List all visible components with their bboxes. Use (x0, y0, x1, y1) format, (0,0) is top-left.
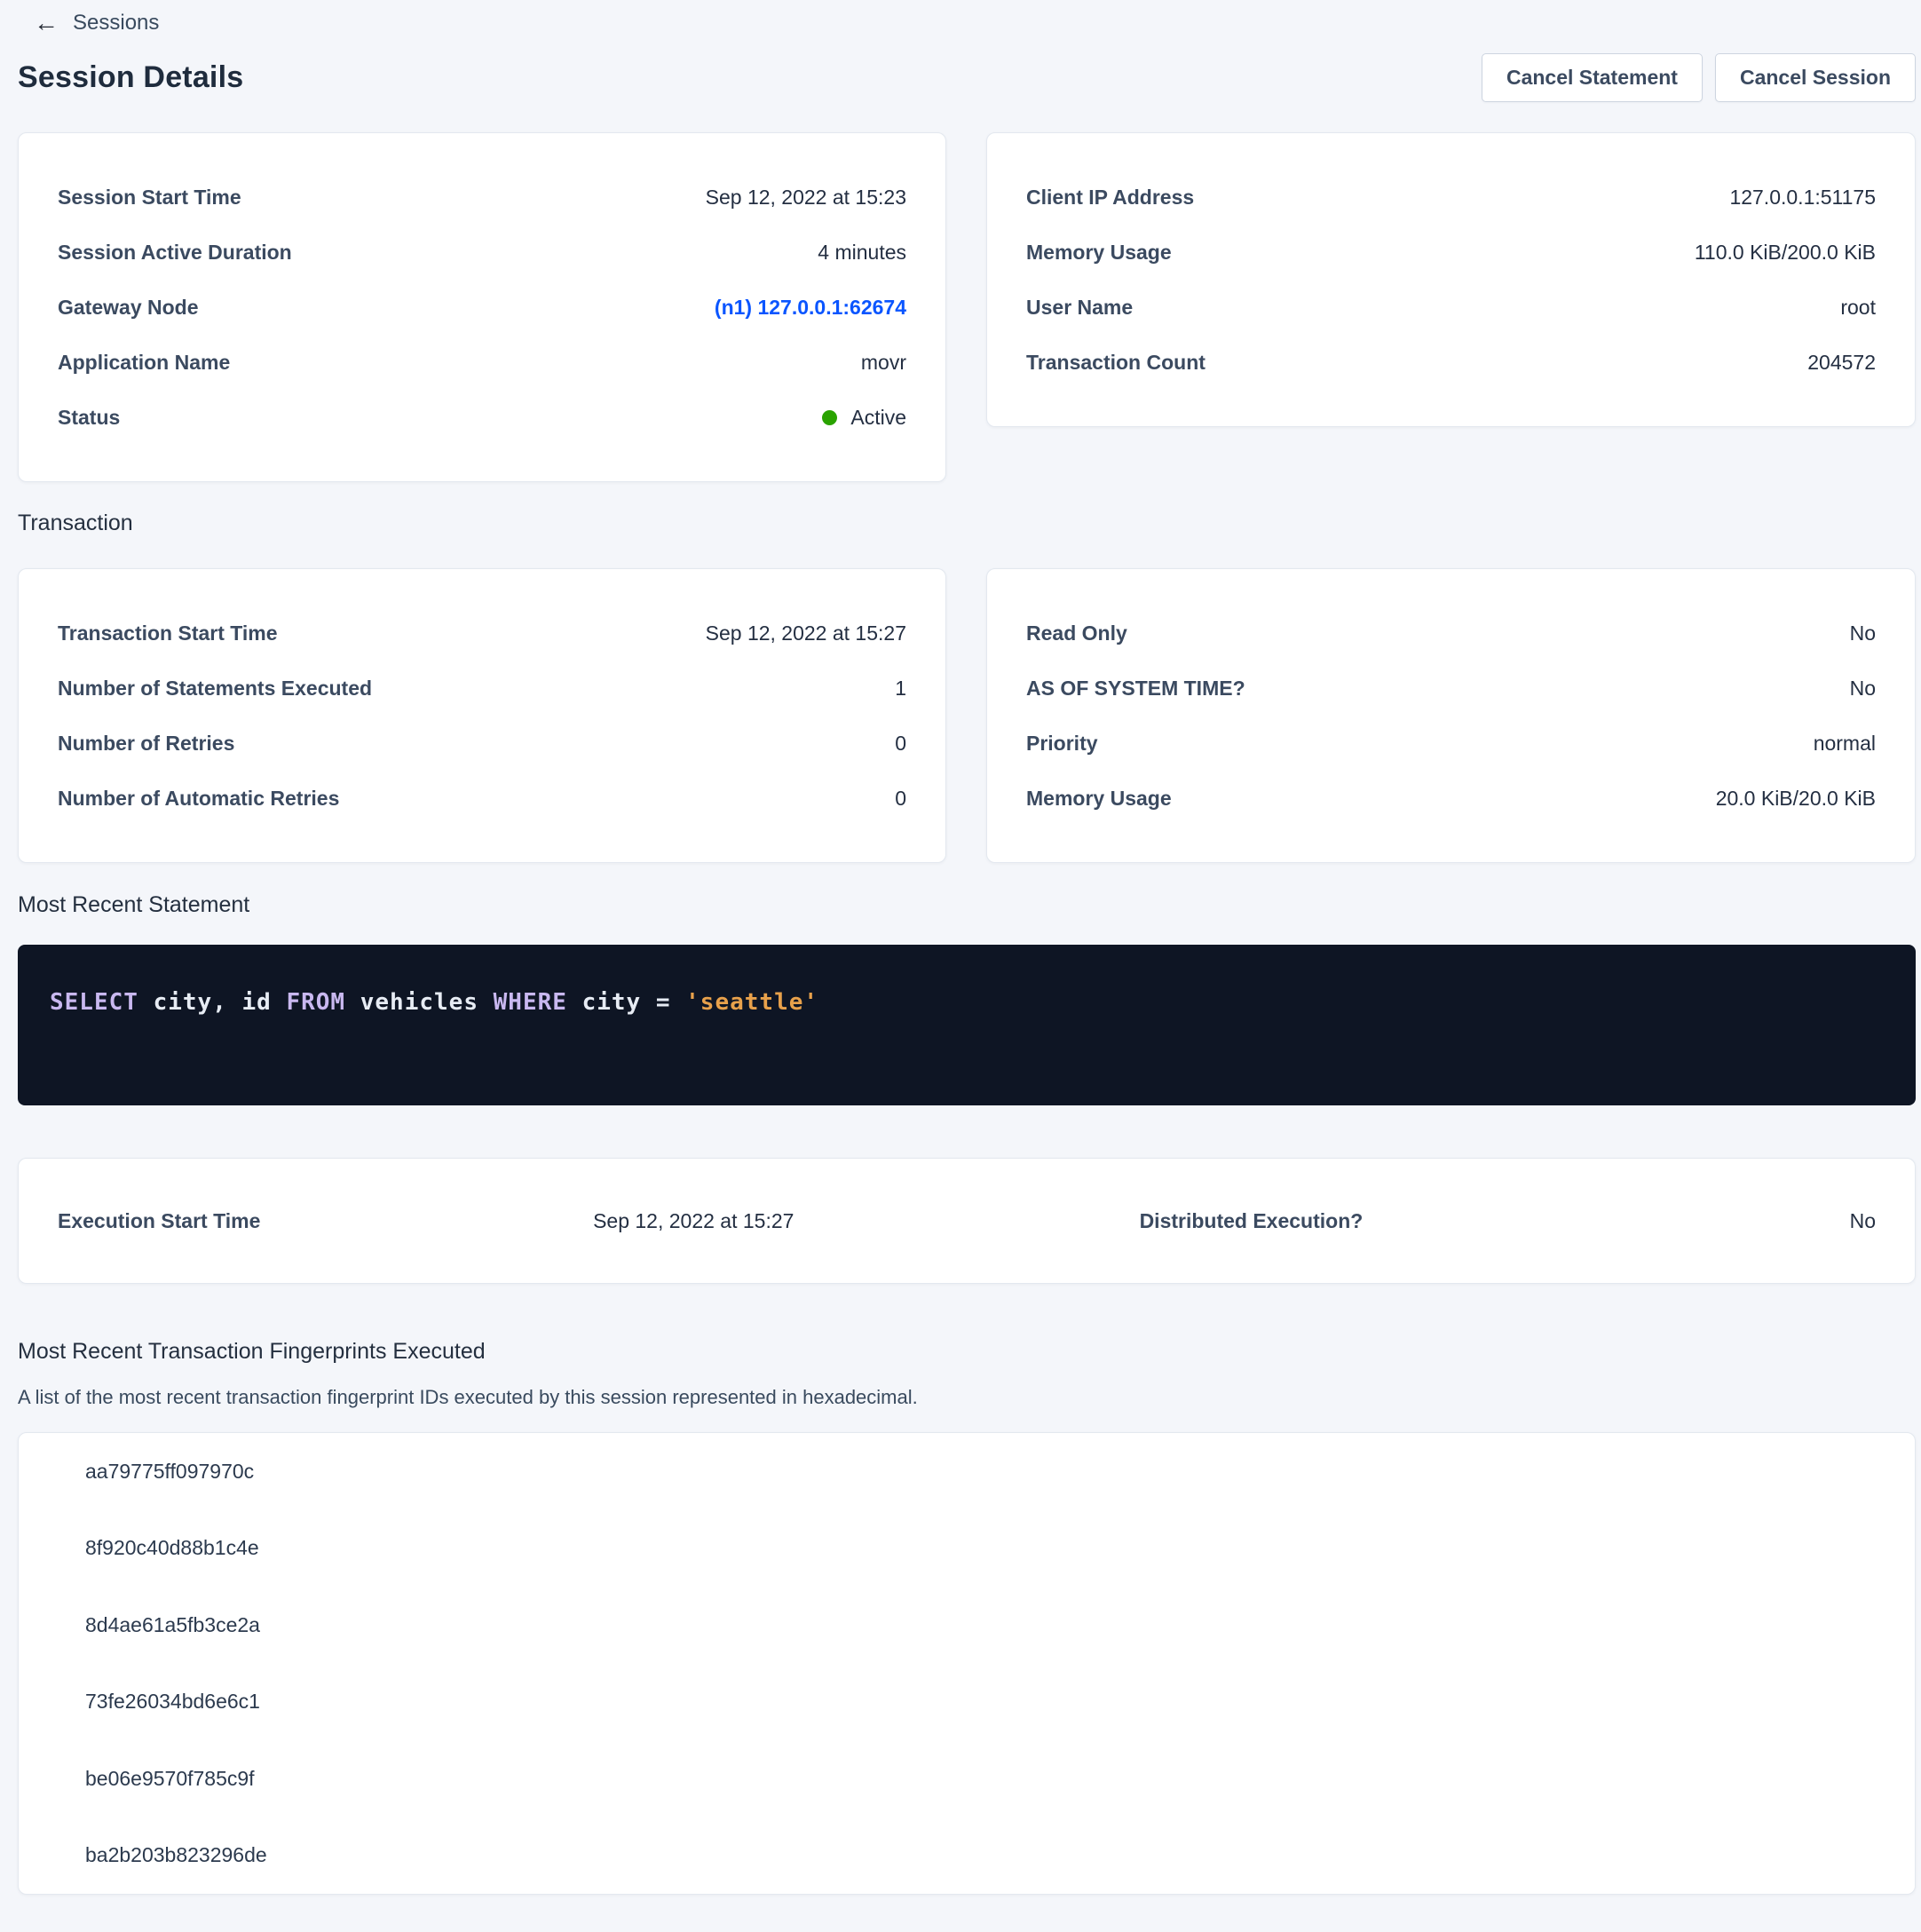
row-value: 0 (895, 732, 906, 756)
card-row: Transaction Start Time Sep 12, 2022 at 15… (58, 606, 906, 661)
execution-start-pair: Execution Start Time Sep 12, 2022 at 15:2… (58, 1209, 794, 1233)
sql-statement-box: SELECT city, id FROM vehicles WHERE city… (18, 945, 1916, 1105)
card-row: Application Name movr (58, 335, 906, 390)
row-value: 110.0 KiB/200.0 KiB (1695, 241, 1876, 265)
status-dot-icon (822, 410, 837, 425)
card-row: AS OF SYSTEM TIME? No (1026, 661, 1876, 716)
row-label: Number of Automatic Retries (58, 787, 339, 811)
card-row: Number of Statements Executed 1 (58, 661, 906, 716)
row-value: No (1850, 677, 1876, 701)
card-row: Number of Automatic Retries 0 (58, 771, 906, 826)
row-label: Number of Retries (58, 732, 234, 756)
row-label: Number of Statements Executed (58, 677, 372, 701)
row-value: Sep 12, 2022 at 15:23 (706, 186, 906, 210)
gateway-node-link[interactable]: (n1) 127.0.0.1:62674 (715, 296, 906, 320)
row-label: Transaction Start Time (58, 622, 278, 645)
row-value: 127.0.0.1:51175 (1729, 186, 1876, 210)
row-label: Execution Start Time (58, 1209, 260, 1233)
fingerprint-id: 73fe26034bd6e6c1 (19, 1664, 1915, 1741)
row-label: Status (58, 406, 120, 430)
fingerprint-id: ba2b203b823296de (19, 1817, 1915, 1895)
row-value: 20.0 KiB/20.0 KiB (1716, 787, 1876, 811)
transaction-flags-card: Read Only No AS OF SYSTEM TIME? No Priority n… (986, 568, 1916, 863)
card-row: Memory Usage 110.0 KiB/200.0 KiB (1026, 225, 1876, 280)
sql-token: SELECT (50, 989, 138, 1016)
fingerprint-id: 8d4ae61a5fb3ce2a (19, 1587, 1915, 1664)
sql-token: city = (567, 989, 685, 1016)
section-title-transaction: Transaction (18, 511, 1916, 536)
card-row: Status Active (58, 390, 906, 445)
sql-token: vehicles (345, 989, 494, 1016)
fingerprint-id: 8f920c40d88b1c4e (19, 1510, 1915, 1588)
card-row: Number of Retries 0 (58, 716, 906, 771)
row-value: 204572 (1807, 351, 1876, 375)
distributed-execution-pair: Distributed Execution? No (1140, 1209, 1876, 1233)
card-row: Session Start Time Sep 12, 2022 at 15:23 (58, 170, 906, 225)
sql-token: FROM (286, 989, 345, 1016)
cancel-session-button[interactable]: Cancel Session (1715, 53, 1916, 102)
page-header: Session Details Cancel Statement Cancel … (18, 53, 1916, 102)
session-overview-card: Session Start TimeSep 12, 2022 at 15:23S… (18, 132, 946, 482)
header-actions: Cancel Statement Cancel Session (1482, 53, 1916, 102)
card-row: Gateway Node (n1) 127.0.0.1:62674 (58, 280, 906, 335)
row-label: Gateway Node (58, 296, 199, 320)
card-row: Memory Usage 20.0 KiB/20.0 KiB (1026, 771, 1876, 826)
card-row: Distributed Execution? No (1140, 1209, 1876, 1233)
fingerprint-id: aa79775ff097970c (19, 1433, 1915, 1510)
card-row: Priority normal (1026, 716, 1876, 771)
back-link-label: Sessions (73, 11, 159, 36)
row-value: No (1850, 1209, 1876, 1233)
back-link[interactable]: ← Sessions (34, 11, 159, 36)
row-label: Read Only (1026, 622, 1127, 645)
transaction-details-card: Transaction Start Time Sep 12, 2022 at 15… (18, 568, 946, 863)
row-label: Distributed Execution? (1140, 1209, 1364, 1233)
row-label: Session Start Time (58, 186, 241, 210)
sql-token: WHERE (494, 989, 567, 1016)
page-title: Session Details (18, 60, 243, 95)
card-row: Read Only No (1026, 606, 1876, 661)
row-value: 0 (895, 787, 906, 811)
card-row: User Name root (1026, 280, 1876, 335)
section-title-most-recent-statement: Most Recent Statement (18, 892, 1916, 918)
row-value: Sep 12, 2022 at 15:27 (593, 1209, 794, 1233)
row-label: Priority (1026, 732, 1098, 756)
row-label: AS OF SYSTEM TIME? (1026, 677, 1245, 701)
row-value: Sep 12, 2022 at 15:27 (706, 622, 906, 645)
statement-execution-card: Execution Start Time Sep 12, 2022 at 15:2… (18, 1158, 1916, 1284)
overview-section: Session Start TimeSep 12, 2022 at 15:23S… (18, 132, 1916, 482)
row-value: 4 minutes (818, 241, 906, 265)
row-label: Memory Usage (1026, 241, 1172, 265)
session-status: Active (822, 406, 906, 430)
card-row: Client IP Address 127.0.0.1:51175 (1026, 170, 1876, 225)
sql-token: 'seattle' (685, 989, 818, 1016)
sql-token: city, id (138, 989, 287, 1016)
status-label: Active (850, 406, 906, 430)
fingerprints-description: A list of the most recent transaction fi… (18, 1386, 1916, 1409)
cancel-statement-button[interactable]: Cancel Statement (1482, 53, 1703, 102)
section-title-fingerprints: Most Recent Transaction Fingerprints Exe… (18, 1339, 1916, 1365)
card-row: Transaction Count 204572 (1026, 335, 1876, 390)
row-label: Client IP Address (1026, 186, 1194, 210)
row-label: User Name (1026, 296, 1133, 320)
card-row: Session Active Duration 4 minutes (58, 225, 906, 280)
session-details-page: ← Sessions Session Details Cancel Statem… (18, 0, 1916, 1895)
fingerprints-card: aa79775ff097970c8f920c40d88b1c4e8d4ae61a… (18, 1432, 1916, 1895)
session-info-card: Client IP Address 127.0.0.1:51175 Memory U… (986, 132, 1916, 427)
row-value: root (1840, 296, 1876, 320)
transaction-section: Transaction Start Time Sep 12, 2022 at 15… (18, 568, 1916, 863)
back-arrow-icon: ← (34, 11, 59, 36)
row-value: movr (861, 351, 906, 375)
row-label: Memory Usage (1026, 787, 1172, 811)
row-value: normal (1814, 732, 1876, 756)
row-label: Transaction Count (1026, 351, 1206, 375)
fingerprint-id: be06e9570f785c9f (19, 1740, 1915, 1817)
row-label: Application Name (58, 351, 230, 375)
card-row: Execution Start Time Sep 12, 2022 at 15:2… (58, 1209, 794, 1233)
row-value: No (1850, 622, 1876, 645)
row-value: 1 (895, 677, 906, 701)
row-label: Session Active Duration (58, 241, 292, 265)
